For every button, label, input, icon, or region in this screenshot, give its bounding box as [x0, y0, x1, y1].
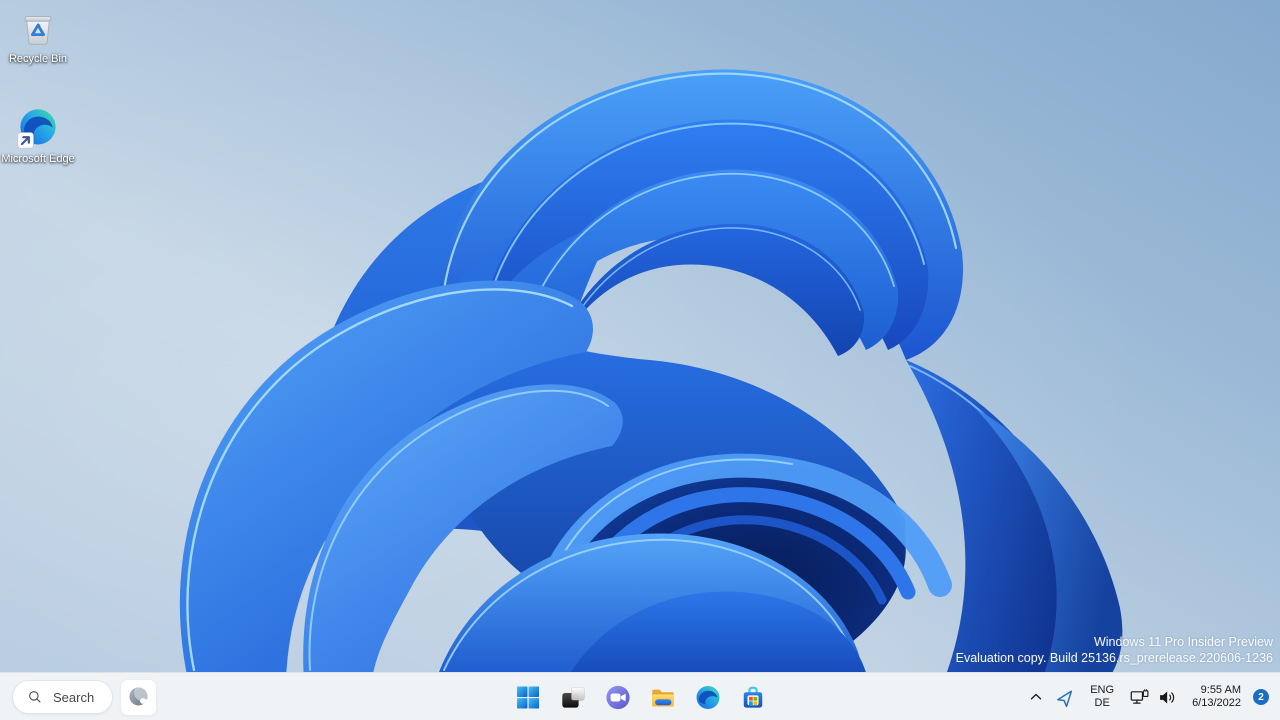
- system-tray: ENG DE 9:55 AM 6/13/2022 2: [1021, 673, 1276, 720]
- edge-button[interactable]: [688, 677, 728, 717]
- wallpaper-bloom: [0, 0, 1280, 720]
- file-explorer-button[interactable]: [643, 677, 683, 717]
- store-icon: [743, 686, 762, 708]
- chevron-up-icon: [1030, 693, 1042, 700]
- taskbar: Search ENG DE 9:55 AM 6/13/2022 2: [0, 672, 1280, 720]
- recycle-bin-icon: [16, 6, 60, 50]
- search-highlights-button[interactable]: [120, 678, 158, 716]
- taskbar-pinned-apps: [508, 673, 773, 720]
- clock[interactable]: 9:55 AM 6/13/2022: [1185, 677, 1248, 717]
- desktop-icon-label: Recycle Bin: [8, 53, 68, 65]
- watermark-line1: Windows 11 Pro Insider Preview: [1093, 635, 1273, 649]
- task-view-button[interactable]: [553, 677, 593, 717]
- insider-watermark: Windows 11 Pro Insider Preview Evaluatio…: [956, 635, 1273, 666]
- clock-time: 9:55 AM: [1200, 683, 1241, 696]
- task-view-icon: [561, 686, 585, 708]
- chat-button[interactable]: [598, 677, 638, 717]
- desktop-icon-microsoft-edge[interactable]: Microsoft Edge: [0, 106, 76, 166]
- chat-icon: [605, 685, 630, 709]
- desktop-icon-label: Microsoft Edge: [1, 153, 75, 165]
- language-primary: ENG: [1090, 684, 1115, 696]
- hidden-icons-button[interactable]: [1021, 677, 1051, 717]
- bloom-illustration: [0, 0, 1280, 720]
- search-icon: [29, 691, 41, 703]
- start-button[interactable]: [508, 677, 548, 717]
- edge-icon: [16, 106, 60, 150]
- search-label: Search: [53, 689, 95, 705]
- watermark-line2: Evaluation copy. Build 25136.rs_prerelea…: [955, 650, 1273, 665]
- edge-icon: [696, 685, 719, 709]
- start-icon: [516, 685, 539, 709]
- shortcut-arrow-badge: [17, 132, 34, 149]
- file-explorer-icon: [651, 689, 674, 706]
- quick-settings-button[interactable]: [1122, 677, 1185, 717]
- clock-date: 6/13/2022: [1192, 697, 1241, 709]
- globe-cloud-icon: [129, 687, 148, 706]
- location-arrow-icon: [1057, 690, 1073, 707]
- ethernet-icon: [1130, 688, 1149, 704]
- location-indicator[interactable]: [1051, 677, 1082, 717]
- notification-badge[interactable]: 2: [1253, 689, 1269, 705]
- microsoft-store-button[interactable]: [733, 677, 773, 717]
- search-box[interactable]: Search: [12, 680, 114, 714]
- desktop: Recycle Bin Microsoft Edge Windows 11 Pr…: [0, 0, 1280, 720]
- language-indicator[interactable]: ENG DE: [1082, 677, 1122, 717]
- language-secondary: DE: [1094, 697, 1110, 709]
- speaker-icon: [1160, 691, 1175, 703]
- desktop-icon-recycle-bin[interactable]: Recycle Bin: [0, 6, 76, 66]
